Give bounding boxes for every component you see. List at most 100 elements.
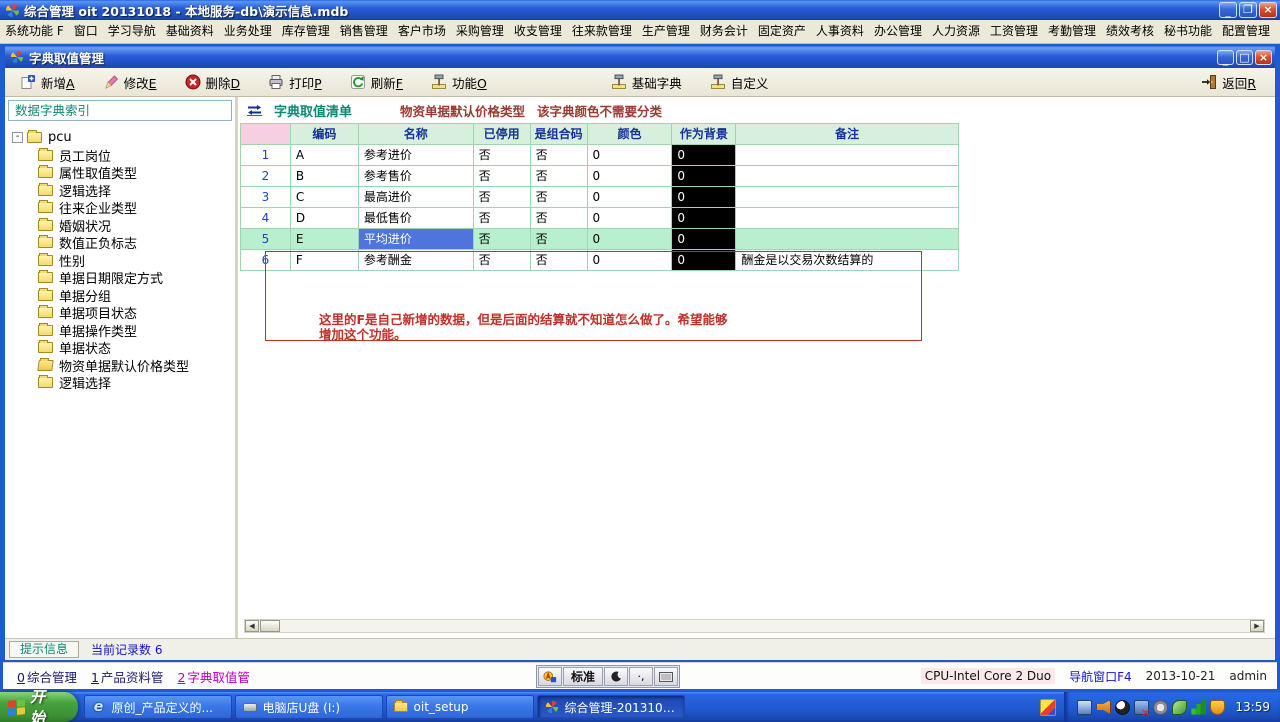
menu-item[interactable]: 收支管理 xyxy=(509,20,567,43)
return-button[interactable]: 返回R xyxy=(1194,70,1263,95)
tree-item[interactable]: 员工岗位 xyxy=(5,147,235,165)
tree-item[interactable]: 属性取值类型 xyxy=(5,164,235,182)
table-header-cell[interactable]: 是组合码 xyxy=(531,124,588,145)
table-cell[interactable]: 0 xyxy=(588,208,673,229)
table-cell[interactable]: C xyxy=(291,187,359,208)
table-cell[interactable]: 2 xyxy=(241,166,291,187)
scroll-left-arrow-icon[interactable]: ◀ xyxy=(245,620,259,632)
list-tab-label[interactable]: 字典取值清单 xyxy=(274,101,352,120)
table-row[interactable]: 4D最低售价否否00 xyxy=(241,208,959,229)
table-cell[interactable]: 0 xyxy=(588,187,673,208)
menu-item[interactable]: 固定资产 xyxy=(753,20,811,43)
table-cell[interactable]: 平均进价 xyxy=(359,229,474,250)
table-cell[interactable]: 否 xyxy=(474,145,531,166)
menu-item[interactable]: 办公管理 xyxy=(869,20,927,43)
custom-button[interactable]: 自定义 xyxy=(703,70,776,95)
tree-item[interactable]: 单据状态 xyxy=(5,339,235,357)
taskbar-task[interactable]: e原创_产品定义的... xyxy=(84,695,232,719)
table-row[interactable]: 1A参考进价否否00 xyxy=(241,145,959,166)
display-icon[interactable] xyxy=(1077,700,1092,715)
table-cell[interactable]: 5 xyxy=(241,229,291,250)
table-cell[interactable]: D xyxy=(291,208,359,229)
table-cell[interactable]: 否 xyxy=(531,187,588,208)
tree-item[interactable]: 婚姻状况 xyxy=(5,217,235,235)
table-cell[interactable]: 酬金是以交易次数结算的 xyxy=(736,250,959,271)
refresh-button[interactable]: 刷新F xyxy=(343,70,410,95)
table-header-cell[interactable]: 颜色 xyxy=(588,124,673,145)
child-minimize-button[interactable]: _ xyxy=(1217,50,1234,65)
table-cell[interactable]: 4 xyxy=(241,208,291,229)
table-cell[interactable]: 否 xyxy=(474,229,531,250)
table-cell[interactable]: 0 xyxy=(672,208,736,229)
menu-item[interactable]: 销售管理 xyxy=(335,20,393,43)
taskbar-task[interactable]: oit_setup xyxy=(386,695,534,719)
tree-item[interactable]: 往来企业类型 xyxy=(5,199,235,217)
table-cell[interactable]: 3 xyxy=(241,187,291,208)
net-error-icon[interactable] xyxy=(1134,700,1149,715)
table-row[interactable]: 6F参考酬金否否00酬金是以交易次数结算的 xyxy=(241,250,959,271)
table-cell[interactable]: 否 xyxy=(474,250,531,271)
menu-item[interactable]: 工资管理 xyxy=(985,20,1043,43)
leaf-icon[interactable] xyxy=(1172,700,1187,715)
table-cell[interactable]: 否 xyxy=(531,208,588,229)
tree-item[interactable]: 物资单据默认价格类型 xyxy=(5,357,235,375)
table-cell[interactable]: 否 xyxy=(474,166,531,187)
table-cell[interactable]: A xyxy=(291,145,359,166)
child-close-button[interactable]: × xyxy=(1255,50,1272,65)
tree-expand-icon[interactable]: - xyxy=(12,132,23,143)
table-cell[interactable]: 0 xyxy=(672,187,736,208)
table-cell[interactable]: 0 xyxy=(672,250,736,271)
table-row[interactable]: 2B参考售价否否00 xyxy=(241,166,959,187)
table-header-cell[interactable] xyxy=(241,124,291,145)
table-cell[interactable]: 参考酬金 xyxy=(359,250,474,271)
menu-item[interactable]: 往来款管理 xyxy=(567,20,637,43)
ime-standard-button[interactable]: 标准 xyxy=(563,667,603,686)
taskbar-task[interactable]: 电脑店U盘 (I:) xyxy=(235,695,383,719)
menu-item[interactable]: 人力资源 xyxy=(927,20,985,43)
audio-icon[interactable] xyxy=(1153,700,1168,715)
tree-item[interactable]: 逻辑选择 xyxy=(5,374,235,392)
basic-dictionary-button[interactable]: 基础字典 xyxy=(604,70,689,95)
ime-logo-icon[interactable] xyxy=(538,667,562,686)
minimize-button[interactable]: _ xyxy=(1219,2,1237,18)
scroll-right-arrow-icon[interactable]: ▶ xyxy=(1250,620,1264,632)
table-header-cell[interactable]: 作为背景 xyxy=(672,124,736,145)
tree-item[interactable]: 单据操作类型 xyxy=(5,322,235,340)
function-button[interactable]: 功能O xyxy=(424,70,494,95)
ime-punctuation-icon[interactable]: ·, xyxy=(629,667,653,686)
table-cell[interactable]: 参考进价 xyxy=(359,145,474,166)
window-link[interactable]: 1产品资料管 xyxy=(91,667,163,686)
restore-button[interactable]: ❐ xyxy=(1239,2,1257,18)
signal-icon[interactable] xyxy=(1191,700,1206,715)
table-header-cell[interactable]: 已停用 xyxy=(474,124,531,145)
table-cell[interactable]: 1 xyxy=(241,145,291,166)
table-cell[interactable]: 0 xyxy=(672,229,736,250)
table-cell[interactable] xyxy=(736,145,959,166)
taskbar-task[interactable]: 综合管理-20131018 xyxy=(537,695,685,719)
tree-item[interactable]: -pcu xyxy=(5,129,235,147)
tree-item[interactable]: 逻辑选择 xyxy=(5,182,235,200)
language-indicator-icon[interactable] xyxy=(1040,699,1057,716)
ime-keyboard-icon[interactable] xyxy=(654,667,678,686)
table-header-cell[interactable]: 名称 xyxy=(359,124,474,145)
table-cell[interactable] xyxy=(736,187,959,208)
table-header-cell[interactable]: 编码 xyxy=(291,124,359,145)
start-button[interactable]: 开始 xyxy=(0,692,78,722)
tree-item[interactable]: 数值正负标志 xyxy=(5,234,235,252)
table-cell[interactable]: 最低售价 xyxy=(359,208,474,229)
menu-item[interactable]: 学习导航 xyxy=(103,20,161,43)
table-cell[interactable]: 6 xyxy=(241,250,291,271)
table-cell[interactable]: 最高进价 xyxy=(359,187,474,208)
close-button[interactable]: × xyxy=(1259,2,1277,18)
shield-icon[interactable] xyxy=(1210,700,1225,715)
menu-item[interactable]: 采购管理 xyxy=(451,20,509,43)
tree-item[interactable]: 单据项目状态 xyxy=(5,304,235,322)
qq-icon[interactable] xyxy=(1115,700,1130,715)
add-button[interactable]: 新增A xyxy=(13,70,82,95)
table-cell[interactable]: 0 xyxy=(588,250,673,271)
table-cell[interactable]: 参考售价 xyxy=(359,166,474,187)
table-header-cell[interactable]: 备注 xyxy=(736,124,959,145)
window-link[interactable]: 2字典取值管 xyxy=(177,667,249,686)
window-link[interactable]: 0综合管理 xyxy=(17,667,77,686)
table-cell[interactable]: E xyxy=(291,229,359,250)
